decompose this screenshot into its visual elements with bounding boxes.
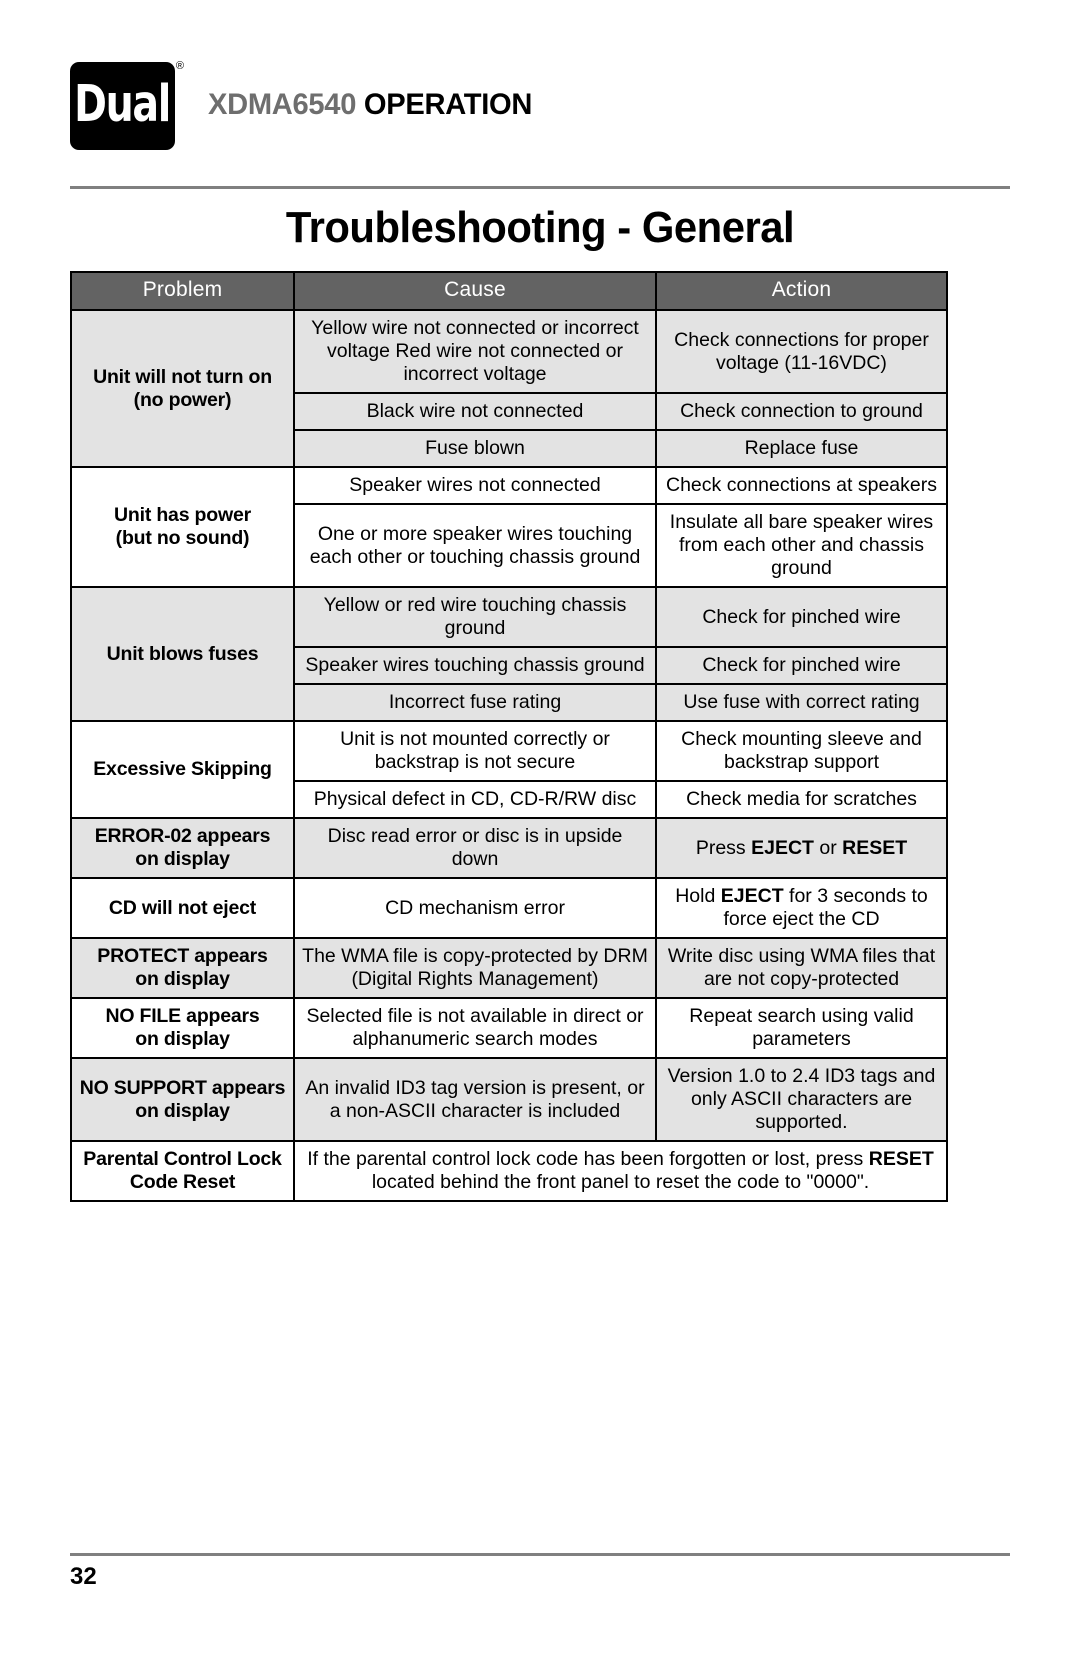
- action-text-mid: or: [813, 836, 843, 859]
- cause-cell: An invalid ID3 tag version is present, o…: [293, 1057, 657, 1142]
- problem-label-line2: on display: [135, 848, 230, 870]
- problem-label-line1: ERROR-02 appears: [94, 825, 271, 847]
- problem-label-line1: Parental Control Lock: [83, 1148, 282, 1170]
- action-cell: Hold EJECT for 3 seconds to force eject …: [655, 877, 948, 939]
- table-row: CD will not eject CD mechanism error Hol…: [70, 877, 948, 939]
- note-text-suffix: located behind the front panel to reset …: [371, 1171, 870, 1193]
- page-header: Dual ® XDMA6540 OPERATION: [70, 0, 1010, 180]
- cause-cell: Physical defect in CD, CD-R/RW disc: [293, 780, 657, 819]
- cause-cell: Incorrect fuse rating: [293, 683, 657, 722]
- action-cell: Check connections for proper voltage (11…: [655, 309, 948, 394]
- note-cell: If the parental control lock code has be…: [293, 1140, 948, 1202]
- cause-cell: Selected file is not available in direct…: [293, 997, 657, 1059]
- table-row: Parental Control Lock Code Reset If the …: [70, 1140, 948, 1202]
- problem-label-line2: on display: [135, 968, 230, 990]
- cause-cell: Unit is not mounted correctly or backstr…: [293, 720, 657, 782]
- header-divider: [70, 186, 1010, 189]
- problem-label-line2: on display: [135, 1099, 230, 1122]
- cause-cell: Speaker wires not connected: [293, 466, 657, 505]
- table-row: Excessive Skipping Unit is not mounted c…: [70, 720, 948, 819]
- document-page: Dual ® XDMA6540 OPERATION Troubleshootin…: [0, 0, 1080, 1669]
- table-row: NO SUPPORT appears on display An invalid…: [70, 1057, 948, 1142]
- problem-label-line2: on display: [135, 1028, 230, 1050]
- action-cell: Check for pinched wire: [655, 586, 948, 648]
- problem-label-line1: PROTECT appears: [97, 945, 268, 967]
- action-cell: Write disc using WMA files that are not …: [655, 937, 948, 999]
- problem-label-line1: Unit blows fuses: [106, 642, 259, 665]
- action-keyword-reset: RESET: [842, 836, 908, 859]
- table-row: PROTECT appears on display The WMA file …: [70, 937, 948, 999]
- troubleshooting-table: Problem Cause Action Unit will not turn …: [70, 271, 948, 1202]
- problem-label-line2: Code Reset: [129, 1171, 236, 1193]
- action-cell: Press EJECT or RESET: [655, 817, 948, 879]
- action-text-prefix: Press: [695, 836, 752, 859]
- problem-label-line2: (but no sound): [115, 527, 250, 549]
- problem-label-line1: Unit will not turn on: [93, 365, 272, 388]
- header-title-space: [356, 88, 364, 121]
- action-keyword-eject: EJECT: [751, 836, 814, 859]
- problem-cell: Parental Control Lock Code Reset: [70, 1140, 295, 1202]
- action-cell: Check connections at speakers: [655, 466, 948, 505]
- action-cell: Insulate all bare speaker wires from eac…: [655, 503, 948, 588]
- dual-logo: Dual ®: [70, 60, 184, 150]
- action-keyword-eject: EJECT: [720, 885, 784, 907]
- problem-label-line1: CD will not eject: [108, 896, 257, 919]
- action-cell: Check media for scratches: [655, 780, 948, 819]
- column-header-cause: Cause: [293, 271, 657, 311]
- problem-label-line1: Unit has power: [114, 504, 251, 526]
- registered-trademark-icon: ®: [175, 60, 184, 72]
- table-header-row: Problem Cause Action: [70, 271, 948, 311]
- problem-cell: ERROR-02 appears on display: [70, 817, 295, 879]
- cause-cell: Yellow or red wire touching chassis grou…: [293, 586, 657, 648]
- table-row: Unit has power (but no sound) Speaker wi…: [70, 466, 948, 588]
- table-row: ERROR-02 appears on display Disc read er…: [70, 817, 948, 879]
- header-title: XDMA6540 OPERATION: [208, 88, 532, 122]
- cause-cell: Yellow wire not connected or incorrect v…: [293, 309, 657, 394]
- problem-cell: NO FILE appears on display: [70, 997, 295, 1059]
- cause-cell: Fuse blown: [293, 429, 657, 468]
- model-number: XDMA6540: [208, 88, 357, 121]
- page-title: Troubleshooting - General: [285, 203, 795, 252]
- problem-label-line2: (no power): [133, 388, 232, 411]
- problem-label-line1: Excessive Skipping: [93, 758, 272, 780]
- table-row: NO FILE appears on display Selected file…: [70, 997, 948, 1059]
- action-cell: Replace fuse: [655, 429, 948, 468]
- column-header-problem: Problem: [70, 271, 295, 311]
- problem-cell: Excessive Skipping: [70, 720, 295, 819]
- action-cell: Check for pinched wire: [655, 646, 948, 685]
- action-cell: Use fuse with correct rating: [655, 683, 948, 722]
- problem-cell: CD will not eject: [70, 877, 295, 939]
- action-text-prefix: Hold: [675, 885, 721, 907]
- table-row: Unit will not turn on (no power) Yellow …: [70, 309, 948, 468]
- problem-label-line1: NO FILE appears: [105, 1005, 260, 1027]
- problem-cell: Unit has power (but no sound): [70, 466, 295, 588]
- cause-cell: CD mechanism error: [293, 877, 657, 939]
- problem-cell: NO SUPPORT appears on display: [70, 1057, 295, 1142]
- cause-cell: Disc read error or disc is in upside dow…: [293, 817, 657, 879]
- column-header-action: Action: [655, 271, 948, 311]
- cause-cell: Speaker wires touching chassis ground: [293, 646, 657, 685]
- cause-cell: The WMA file is copy-protected by DRM (D…: [293, 937, 657, 999]
- problem-label-line1: NO SUPPORT appears: [79, 1076, 286, 1099]
- cause-cell: Black wire not connected: [293, 392, 657, 431]
- action-cell: Check connection to ground: [655, 392, 948, 431]
- action-cell: Version 1.0 to 2.4 ID3 tags and only ASC…: [655, 1057, 948, 1142]
- page-number: 32: [70, 1563, 97, 1590]
- page-footer: 32: [70, 1553, 1010, 1591]
- cause-cell: One or more speaker wires touching each …: [293, 503, 657, 588]
- action-cell: Repeat search using valid parameters: [655, 997, 948, 1059]
- section-name: OPERATION: [363, 88, 533, 121]
- dual-logo-wordmark: Dual: [74, 74, 172, 134]
- problem-cell: Unit will not turn on (no power): [70, 309, 295, 468]
- footer-divider: [70, 1553, 1010, 1556]
- problem-cell: PROTECT appears on display: [70, 937, 295, 999]
- note-keyword-reset: RESET: [868, 1148, 934, 1170]
- problem-cell: Unit blows fuses: [70, 586, 295, 722]
- table-row: Unit blows fuses Yellow or red wire touc…: [70, 586, 948, 722]
- action-cell: Check mounting sleeve and backstrap supp…: [655, 720, 948, 782]
- note-text-prefix: If the parental control lock code has be…: [307, 1148, 869, 1170]
